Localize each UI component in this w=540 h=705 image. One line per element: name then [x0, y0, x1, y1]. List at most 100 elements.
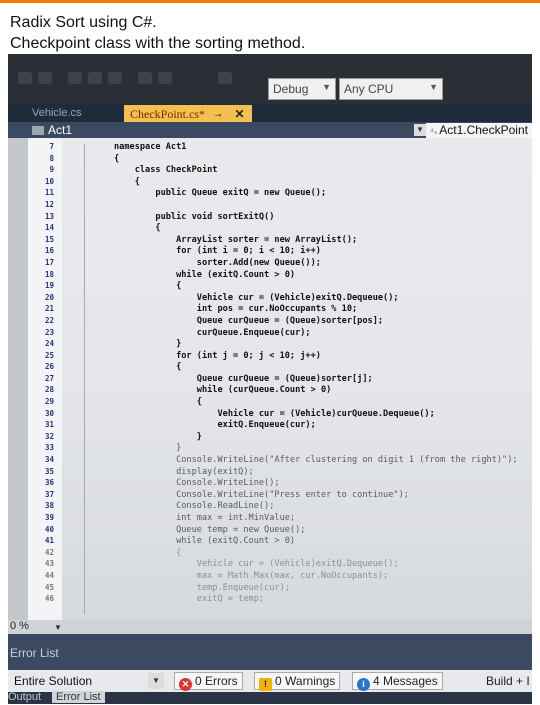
code-line[interactable]: 33 } — [32, 442, 532, 454]
tab-error-list[interactable]: Error List — [52, 691, 105, 703]
close-icon[interactable]: ✕ — [235, 107, 245, 121]
code-text[interactable]: while (exitQ.Count > 0) — [114, 270, 295, 280]
scope-dropdown[interactable]: Entire Solution — [14, 674, 92, 688]
toolbar-forward-icon[interactable] — [38, 72, 52, 84]
code-text[interactable]: Vehicle cur = (Vehicle)exitQ.Dequeue(); — [114, 559, 399, 569]
code-line[interactable]: 25 for (int j = 0; j < 10; j++) — [32, 350, 532, 362]
toolbar-redo-icon[interactable] — [158, 72, 172, 84]
code-line[interactable]: 29 { — [32, 396, 532, 408]
toolbar-undo-icon[interactable] — [138, 72, 152, 84]
code-text[interactable]: max = Math.Max(max, cur.NoOccupants); — [114, 571, 388, 581]
tab-checkpoint[interactable]: CheckPoint.cs* ⊸ ✕ — [124, 105, 252, 122]
code-text[interactable]: Console.WriteLine(); — [114, 478, 280, 488]
pin-icon[interactable]: ⊸ — [214, 110, 222, 120]
code-text[interactable]: Queue curQueue = (Queue)sorter[pos]; — [114, 316, 383, 326]
project-selector[interactable]: Act1 — [32, 122, 72, 138]
code-text[interactable]: } — [114, 339, 181, 349]
config-dropdown[interactable]: Debug ▼ — [268, 78, 336, 100]
toolbar-start-icon[interactable] — [218, 72, 232, 84]
code-text[interactable]: Console.WriteLine("After clustering on d… — [114, 455, 517, 465]
code-text[interactable]: curQueue.Enqueue(cur); — [114, 328, 311, 338]
code-line[interactable]: 9 class CheckPoint — [32, 164, 532, 176]
code-text[interactable]: Queue curQueue = (Queue)sorter[j]; — [114, 374, 373, 384]
toolbar-save-icon[interactable] — [108, 72, 122, 84]
code-text[interactable]: { — [114, 223, 160, 233]
code-line[interactable]: 22 Queue curQueue = (Queue)sorter[pos]; — [32, 315, 532, 327]
code-line[interactable]: 40 Queue temp = new Queue(); — [32, 524, 532, 536]
code-text[interactable]: { — [114, 177, 140, 187]
code-text[interactable]: public Queue exitQ = new Queue(); — [114, 188, 326, 198]
code-line[interactable]: 30 Vehicle cur = (Vehicle)curQueue.Deque… — [32, 408, 532, 420]
toolbar-open-icon[interactable] — [88, 72, 102, 84]
platform-dropdown[interactable]: Any CPU ▼ — [339, 78, 443, 100]
toolbar-back-icon[interactable] — [18, 72, 32, 84]
code-text[interactable]: Vehicle cur = (Vehicle)exitQ.Dequeue(); — [114, 293, 399, 303]
code-line[interactable]: 11 public Queue exitQ = new Queue(); — [32, 187, 532, 199]
code-text[interactable]: int pos = cur.NoOccupants % 10; — [114, 304, 357, 314]
code-line[interactable]: 17 sorter.Add(new Queue()); — [32, 257, 532, 269]
errors-filter-button[interactable]: ✕ 0 Errors — [174, 672, 243, 691]
code-line[interactable]: 24 } — [32, 338, 532, 350]
code-line[interactable]: 15 ArrayList sorter = new ArrayList(); — [32, 234, 532, 246]
code-text[interactable]: temp.Enqueue(cur); — [114, 583, 290, 593]
code-line[interactable]: 34 Console.WriteLine("After clustering o… — [32, 454, 532, 466]
code-line[interactable]: 13 public void sortExitQ() — [32, 211, 532, 223]
code-text[interactable]: exitQ.Enqueue(cur); — [114, 420, 315, 430]
code-text[interactable]: exitQ = temp; — [114, 594, 264, 604]
code-line[interactable]: 26 { — [32, 361, 532, 373]
code-line[interactable]: 18 while (exitQ.Count > 0) — [32, 269, 532, 281]
code-text[interactable]: while (exitQ.Count > 0) — [114, 536, 295, 546]
code-text[interactable]: namespace Act1 — [114, 142, 186, 152]
warnings-filter-button[interactable]: ! 0 Warnings — [254, 672, 341, 691]
code-text[interactable]: sorter.Add(new Queue()); — [114, 258, 321, 268]
code-line[interactable]: 10 { — [32, 176, 532, 188]
build-filter-dropdown[interactable]: Build + I — [486, 674, 530, 688]
code-text[interactable]: Queue temp = new Queue(); — [114, 525, 305, 535]
code-text[interactable]: } — [114, 443, 181, 453]
messages-filter-button[interactable]: i4 Messages — [352, 672, 443, 691]
chevron-down-icon[interactable]: ▼ — [414, 124, 426, 136]
code-text[interactable]: for (int j = 0; j < 10; j++) — [114, 351, 321, 361]
code-line[interactable]: 32 } — [32, 431, 532, 443]
code-line[interactable]: 37 Console.WriteLine("Press enter to con… — [32, 489, 532, 501]
code-line[interactable]: 20 Vehicle cur = (Vehicle)exitQ.Dequeue(… — [32, 292, 532, 304]
code-line[interactable]: 19 { — [32, 280, 532, 292]
code-line[interactable]: 39 int max = int.MinValue; — [32, 512, 532, 524]
code-line[interactable]: 38 Console.ReadLine(); — [32, 500, 532, 512]
code-line[interactable]: 27 Queue curQueue = (Queue)sorter[j]; — [32, 373, 532, 385]
code-line[interactable]: 14 { — [32, 222, 532, 234]
code-text[interactable]: class CheckPoint — [114, 165, 218, 175]
code-text[interactable]: } — [114, 432, 202, 442]
code-text[interactable]: while (curQueue.Count > 0) — [114, 385, 332, 395]
code-text[interactable]: ArrayList sorter = new ArrayList(); — [114, 235, 357, 245]
code-text[interactable]: int max = int.MinValue; — [114, 513, 295, 523]
code-line[interactable]: 36 Console.WriteLine(); — [32, 477, 532, 489]
code-line[interactable]: 16 for (int i = 0; i < 10; i++) — [32, 245, 532, 257]
code-line[interactable]: 28 while (curQueue.Count > 0) — [32, 384, 532, 396]
code-text[interactable]: Console.ReadLine(); — [114, 501, 274, 511]
code-line[interactable]: 43 Vehicle cur = (Vehicle)exitQ.Dequeue(… — [32, 558, 532, 570]
toolbar-new-icon[interactable] — [68, 72, 82, 84]
code-line[interactable]: 44 max = Math.Max(max, cur.NoOccupants); — [32, 570, 532, 582]
code-line[interactable]: 46 exitQ = temp; — [32, 593, 532, 605]
code-line[interactable]: 41 while (exitQ.Count > 0) — [32, 535, 532, 547]
code-line[interactable]: 21 int pos = cur.NoOccupants % 10; — [32, 303, 532, 315]
member-selector[interactable]: ⁴ₛ Act1.CheckPoint — [426, 123, 532, 138]
code-editor[interactable]: 7 namespace Act1 8{9 class CheckPoint 10 {1… — [8, 138, 532, 620]
code-text[interactable]: Vehicle cur = (Vehicle)curQueue.Dequeue(… — [114, 409, 434, 419]
code-text[interactable]: Console.WriteLine("Press enter to contin… — [114, 490, 409, 500]
code-text[interactable]: { — [114, 397, 202, 407]
tab-vehicle[interactable]: Vehicle.cs — [26, 105, 88, 122]
code-line[interactable]: 45 temp.Enqueue(cur); — [32, 582, 532, 594]
code-line[interactable]: 31 exitQ.Enqueue(cur); — [32, 419, 532, 431]
code-line[interactable]: 23 curQueue.Enqueue(cur); — [32, 327, 532, 339]
chevron-down-icon[interactable]: ▼ — [148, 673, 164, 689]
code-line[interactable]: 12 — [32, 199, 532, 211]
tab-output[interactable]: Output — [8, 691, 41, 703]
code-text[interactable]: { — [114, 281, 181, 291]
code-text[interactable]: public void sortExitQ() — [114, 212, 274, 222]
zoom-level[interactable]: 0 % — [10, 620, 29, 632]
code-line[interactable]: 42 { — [32, 547, 532, 559]
code-text[interactable]: display(exitQ); — [114, 467, 254, 477]
code-line[interactable]: 8{ — [32, 153, 532, 165]
